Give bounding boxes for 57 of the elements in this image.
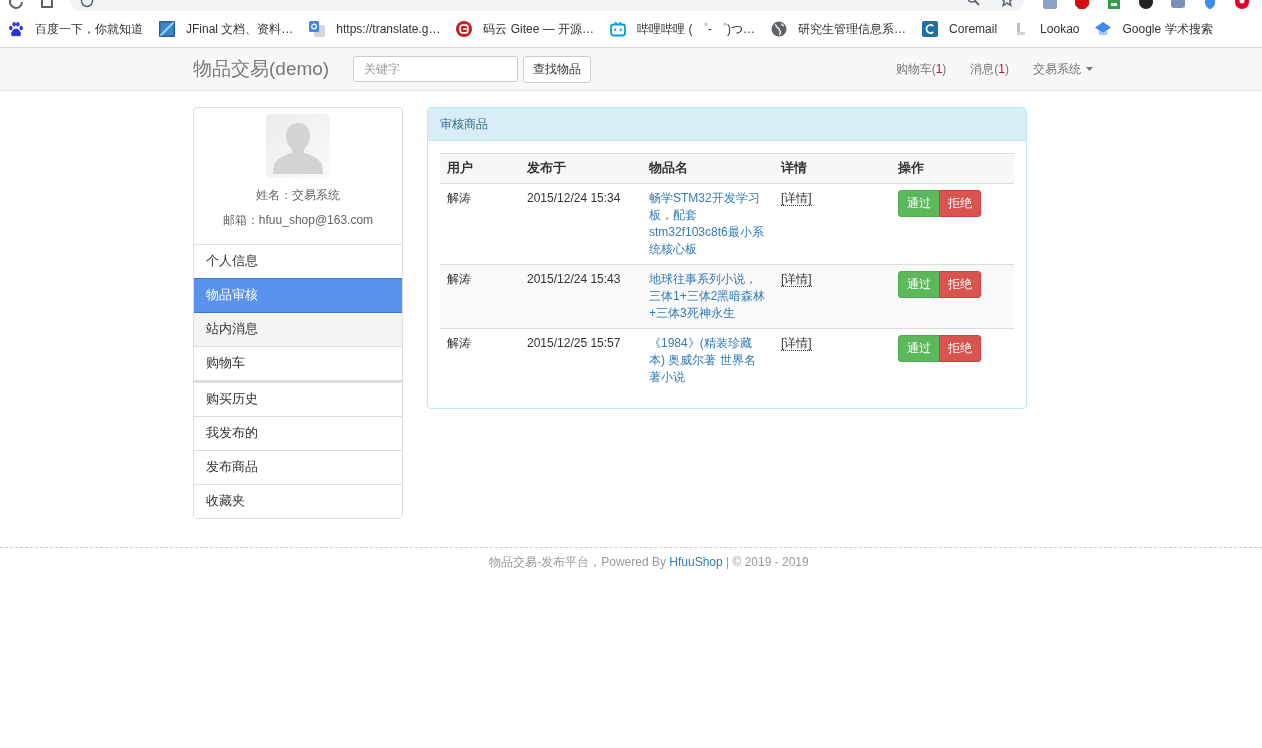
bookmark[interactable]: Coremail	[922, 21, 998, 37]
footer-text: 物品交易-发布平台，Powered By HfuuShop | © 2019 - 2019	[489, 554, 809, 571]
translate-icon	[309, 21, 326, 37]
logo-tile-icon	[922, 21, 939, 37]
search-field[interactable]: 关键字	[353, 56, 519, 82]
search-icon[interactable]	[966, 0, 980, 6]
search-button[interactable]: 查找物品	[523, 55, 592, 83]
globe-icon	[771, 21, 788, 37]
column-header: 发布于	[520, 153, 642, 184]
column-header: 物品名	[642, 153, 774, 184]
paw-icon	[8, 21, 24, 37]
item-link[interactable]: 畅学STM32开发学习板，配套stm32f103c8t6最小系统核心板	[649, 190, 767, 258]
reject-button[interactable]: 拒绝	[939, 190, 981, 217]
bookmark[interactable]: Google 学术搜索	[1095, 20, 1213, 38]
extension-icon[interactable]	[1138, 0, 1154, 9]
user-name: 姓名：交易系统	[256, 187, 340, 204]
bookmark[interactable]: JFinal 文档、资料…	[159, 20, 294, 38]
column-header: 用户	[440, 153, 520, 184]
tv-icon	[610, 21, 627, 37]
table-cell: 解涛	[440, 183, 520, 265]
home-icon[interactable]	[40, 0, 54, 9]
reject-button[interactable]: 拒绝	[939, 271, 981, 298]
bookmark[interactable]: 哔哩哔哩 ( ゜- ゜)つ…	[610, 20, 756, 38]
column-header: 操作	[891, 153, 1014, 184]
avatar-icon	[266, 114, 330, 178]
details-link[interactable]: [详情]	[781, 191, 812, 206]
table-cell: 2015/12/24 15:34	[520, 183, 642, 265]
bookmark[interactable]: https://translate.g…	[309, 21, 441, 37]
menu-item[interactable]: 站内消息	[194, 313, 402, 347]
table-cell: 解涛	[440, 264, 520, 329]
brand-link[interactable]: 物品交易(demo)	[193, 56, 330, 82]
item-link[interactable]: 地球往事系列小说，三体1+三体2黑暗森林+三体3死神永生	[649, 271, 767, 322]
star-icon[interactable]	[1000, 0, 1014, 7]
bookmark[interactable]: 研究生管理信息系…	[771, 20, 907, 38]
nav-link[interactable]: 消息(1)	[958, 59, 1021, 79]
details-link[interactable]: [详情]	[781, 272, 812, 287]
nav-link[interactable]: 购物车(1)	[883, 59, 959, 79]
reload-icon[interactable]	[8, 0, 24, 10]
user-email: 邮箱：hfuu_shop@163.com	[222, 212, 374, 229]
dropdown-toggle[interactable]: 交易系统	[1021, 59, 1105, 79]
caret-icon	[1086, 67, 1093, 71]
circle-logo-icon	[456, 21, 473, 37]
column-header: 详情	[774, 153, 891, 184]
reject-button[interactable]: 拒绝	[939, 335, 981, 362]
item-link[interactable]: 《1984》(精装珍藏本) 奥威尔著 世界名著小说	[649, 335, 767, 386]
table-cell: 解涛	[440, 328, 520, 392]
info-icon[interactable]	[80, 0, 94, 8]
details-link[interactable]: [详情]	[781, 336, 812, 351]
bookmark[interactable]: 百度一下，你就知道	[8, 20, 143, 38]
bookmark[interactable]: 码云 Gitee — 开源…	[456, 20, 595, 38]
table-cell: 2015/12/25 15:57	[520, 328, 642, 392]
footer-link[interactable]: HfuuShop	[669, 555, 723, 569]
panel-heading: 审核商品	[428, 108, 1026, 141]
graduation-cap-icon	[1095, 21, 1112, 37]
logo-tile-icon	[159, 21, 175, 37]
bookmark[interactable]: Lookao	[1013, 21, 1080, 37]
table-cell: 2015/12/24 15:43	[520, 264, 642, 329]
